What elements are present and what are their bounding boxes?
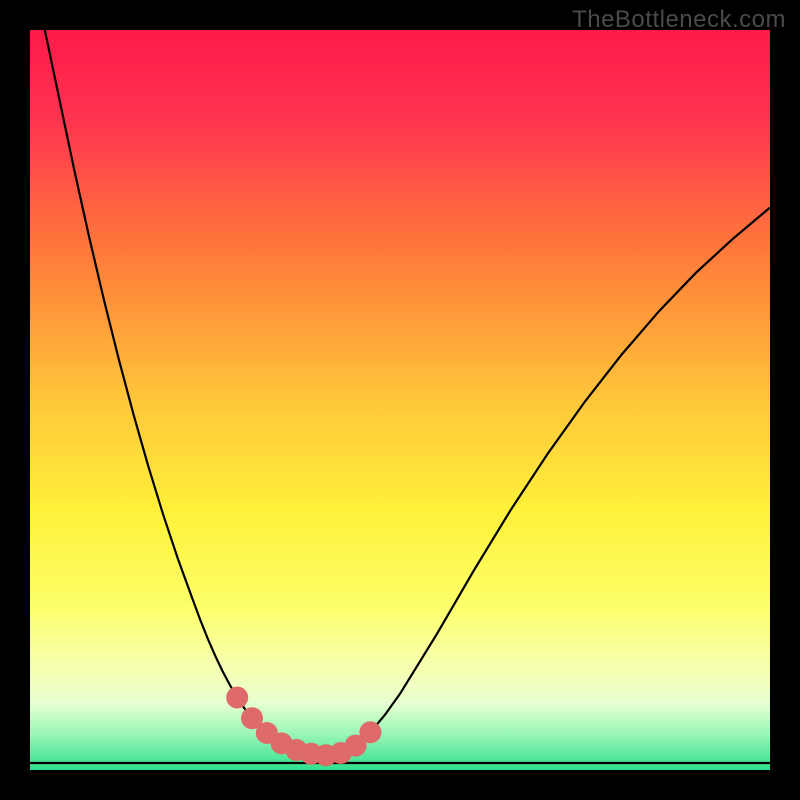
- watermark-text: TheBottleneck.com: [572, 6, 786, 34]
- highlight-marker: [359, 721, 381, 743]
- marker-layer: [30, 30, 770, 770]
- plot-area: [30, 30, 770, 770]
- chart-frame: TheBottleneck.com: [0, 0, 800, 800]
- highlight-marker: [226, 686, 248, 708]
